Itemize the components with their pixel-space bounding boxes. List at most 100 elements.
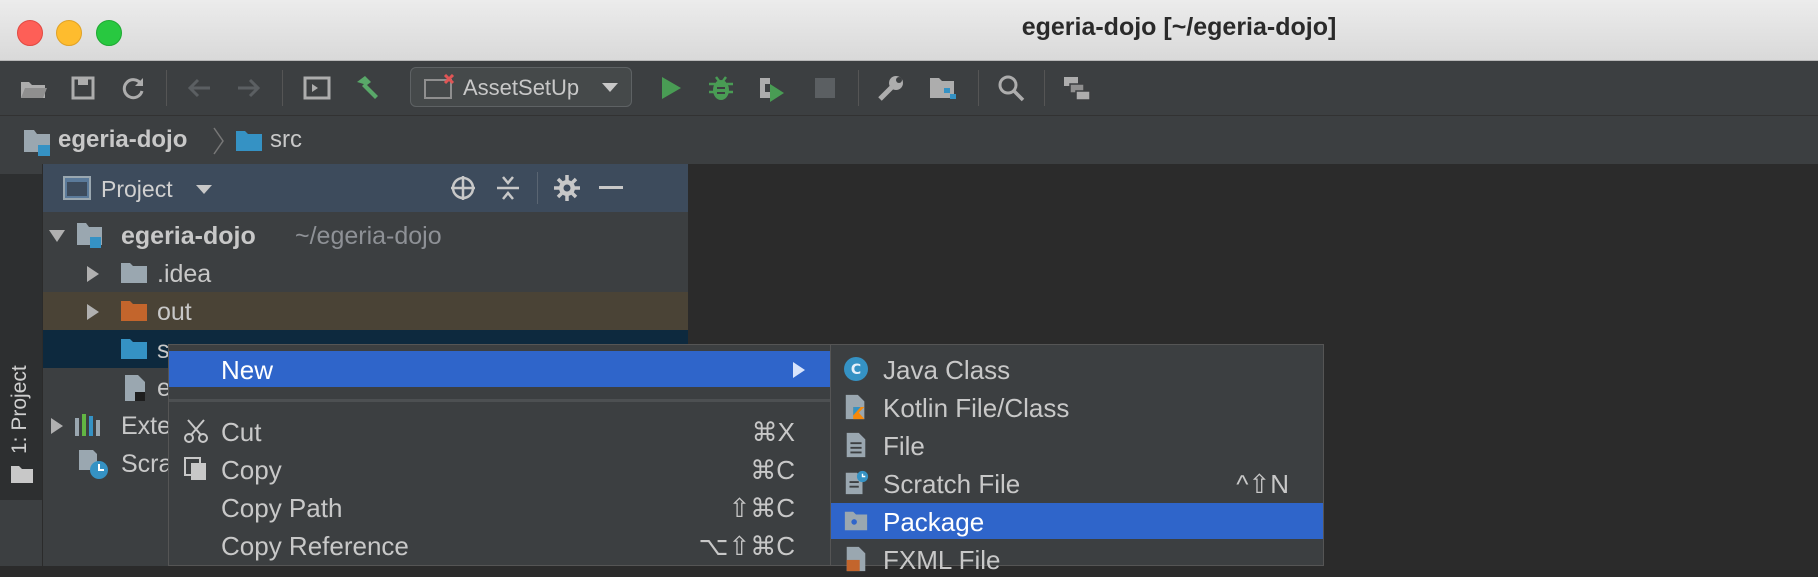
menu-item-shortcut: ⌘C <box>750 455 795 485</box>
libraries-icon <box>75 414 100 436</box>
excluded-folder-icon <box>121 301 147 321</box>
run-config-icon <box>424 74 455 99</box>
project-tool-tab[interactable]: 1: Project <box>0 174 42 500</box>
fxml-file-icon <box>846 546 866 572</box>
chevron-down-icon <box>602 83 618 92</box>
menu-item-label: Cut <box>221 417 262 447</box>
menu-item-label: Copy Reference <box>221 531 409 561</box>
locate-target-icon[interactable] <box>449 174 477 202</box>
tree-root-path: ~/egeria-dojo <box>295 222 442 250</box>
collapsed-arrow-icon[interactable] <box>87 266 99 282</box>
module-folder-icon <box>24 130 50 156</box>
menu-item-shortcut: ⌥⇧⌘C <box>698 531 795 561</box>
back-icon[interactable] <box>184 73 214 103</box>
vcs-icon[interactable] <box>1062 73 1092 103</box>
menu-item-label: Copy Path <box>221 493 343 523</box>
submenu-item-label: Package <box>883 507 985 537</box>
run-config-label: AssetSetUp <box>463 75 580 100</box>
source-folder-icon <box>236 131 262 151</box>
menu-item-shortcut: ⌘X <box>751 417 795 447</box>
open-folder-icon[interactable] <box>18 73 48 103</box>
run-configuration-selector[interactable]: AssetSetUp <box>410 67 632 107</box>
menu-item-shortcut: ⇧⌘C <box>728 493 795 523</box>
tree-item-label: Exte <box>121 412 172 440</box>
scratches-icon <box>79 450 108 479</box>
project-tool-tab-label: 1: Project <box>8 365 31 454</box>
submenu-item-label: FXML File <box>883 545 1001 575</box>
menu-item-label: Copy <box>221 455 282 485</box>
window-title: egeria-dojo [~/egeria-dojo] <box>1021 13 1337 41</box>
submenu-arrow-icon <box>793 362 805 378</box>
java-class-icon: C <box>844 357 868 381</box>
expanded-arrow-icon[interactable] <box>49 230 65 242</box>
menu-item-copy[interactable]: Copy ⌘C <box>169 451 831 487</box>
hide-panel-icon[interactable] <box>599 186 623 190</box>
project-structure-icon[interactable] <box>928 73 958 103</box>
project-view-dropdown[interactable]: Project <box>101 176 173 203</box>
submenu-item-package[interactable]: Package <box>831 503 1323 539</box>
file-icon <box>125 375 145 401</box>
submenu-item-label: Scratch File <box>883 469 1021 499</box>
tree-row-idea[interactable]: .idea <box>43 254 688 292</box>
submenu-item-scratch-file[interactable]: Scratch File ^⇧N <box>831 465 1323 501</box>
tree-row-out[interactable]: out <box>43 292 688 330</box>
build-hammer-icon[interactable] <box>352 73 382 103</box>
package-icon <box>844 511 868 531</box>
submenu-item-kotlin-file[interactable]: Kotlin File/Class <box>831 389 1323 425</box>
source-folder-icon <box>121 339 147 359</box>
collapsed-arrow-icon[interactable] <box>51 418 63 434</box>
menu-item-copy-reference[interactable]: Copy Reference ⌥⇧⌘C <box>169 527 831 563</box>
main-toolbar: AssetSetUp <box>0 61 1818 116</box>
stop-icon[interactable] <box>810 73 840 103</box>
tool-window-strip: 1: Project <box>0 164 43 566</box>
menu-separator <box>169 399 831 402</box>
copy-icon <box>184 457 206 480</box>
submenu-item-label: File <box>883 431 925 461</box>
save-icon[interactable] <box>68 73 98 103</box>
submenu-item-fxml-file[interactable]: FXML File <box>831 541 1323 577</box>
scissors-icon <box>184 419 208 443</box>
menu-item-label: New <box>221 355 274 385</box>
run-window-icon[interactable] <box>302 73 332 103</box>
window-titlebar: egeria-dojo [~/egeria-dojo] <box>0 0 1818 61</box>
tree-item-label: Scra <box>121 450 173 478</box>
coverage-icon[interactable] <box>756 73 786 103</box>
folder-icon <box>121 263 147 283</box>
module-folder-icon <box>77 223 102 248</box>
collapsed-arrow-icon[interactable] <box>87 304 99 320</box>
chevron-down-icon[interactable] <box>195 184 213 196</box>
submenu-item-java-class[interactable]: C Java Class <box>831 351 1323 387</box>
breadcrumb-folder[interactable]: src <box>270 126 302 154</box>
breadcrumb: egeria-dojo src <box>0 116 1818 165</box>
tree-root-name: egeria-dojo <box>121 222 256 250</box>
settings-wrench-icon[interactable] <box>876 73 906 103</box>
project-view-icon <box>63 176 91 200</box>
scratch-file-icon <box>845 470 869 495</box>
sync-icon[interactable] <box>118 73 148 103</box>
context-menu: New Cut ⌘X Copy ⌘C Copy Path ⇧⌘C Copy Re… <box>168 344 832 566</box>
submenu-item-label: Java Class <box>883 355 1011 385</box>
new-submenu: C Java Class Kotlin File/Class File Scra… <box>830 344 1324 575</box>
search-icon[interactable] <box>996 73 1026 103</box>
breadcrumb-project[interactable]: egeria-dojo <box>58 126 187 154</box>
debug-icon[interactable] <box>706 73 736 103</box>
folder-icon <box>11 466 33 483</box>
run-icon[interactable] <box>656 73 686 103</box>
menu-item-copy-path[interactable]: Copy Path ⇧⌘C <box>169 489 831 525</box>
chevron-right-icon <box>213 127 224 155</box>
menu-item-cut[interactable]: Cut ⌘X <box>169 413 831 449</box>
forward-icon[interactable] <box>234 73 264 103</box>
menu-item-new[interactable]: New <box>169 351 831 387</box>
tree-item-label: .idea <box>157 260 212 288</box>
file-icon <box>846 432 866 458</box>
submenu-item-shortcut: ^⇧N <box>1236 469 1289 499</box>
submenu-item-file[interactable]: File <box>831 427 1323 463</box>
project-panel-header: Project <box>43 164 688 212</box>
svg-text:C: C <box>851 362 861 378</box>
gear-icon[interactable] <box>553 174 581 202</box>
tree-item-label: out <box>157 298 192 326</box>
kotlin-file-icon <box>845 394 865 420</box>
submenu-item-label: Kotlin File/Class <box>883 393 1070 423</box>
tree-root-row[interactable]: egeria-dojo ~/egeria-dojo <box>43 216 688 254</box>
collapse-all-icon[interactable] <box>495 174 521 202</box>
